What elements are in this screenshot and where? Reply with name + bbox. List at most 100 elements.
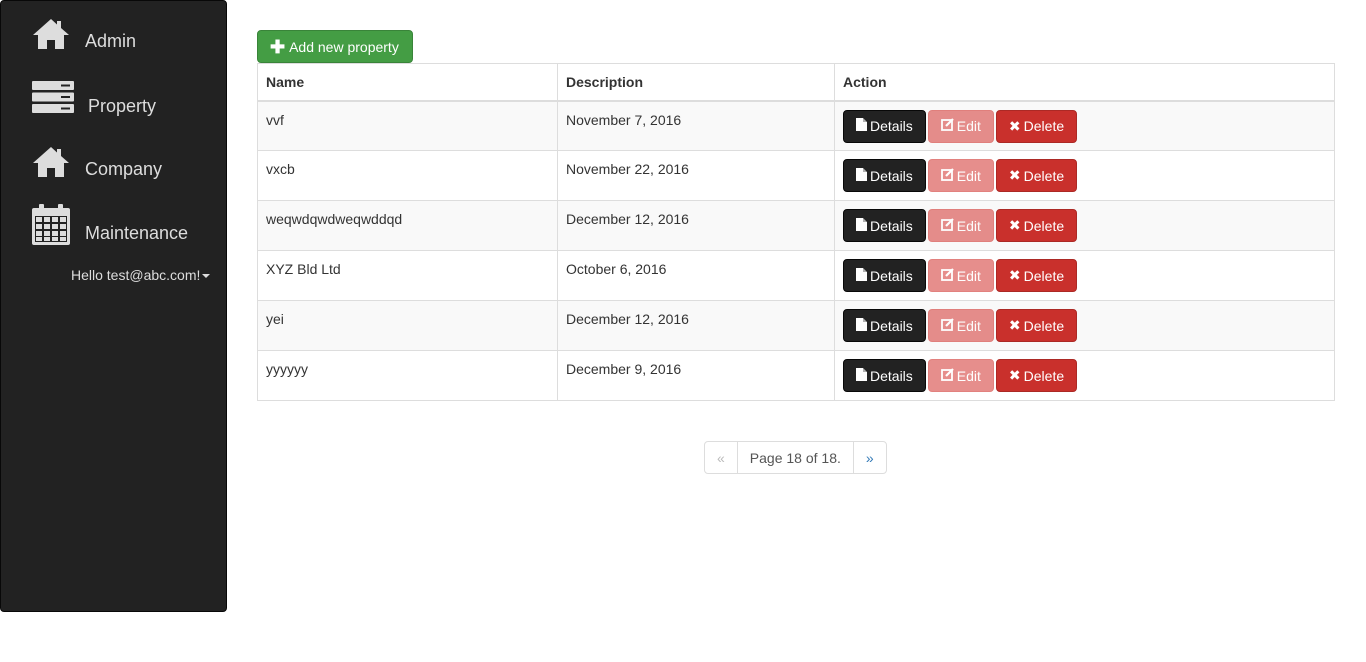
table-row: XYZ Bld Ltd October 6, 2016 Details Edit ✖ De… bbox=[257, 250, 1335, 301]
edit-label: Edit bbox=[956, 217, 981, 234]
edit-icon bbox=[940, 317, 954, 334]
home-icon bbox=[31, 17, 71, 54]
cell-name: XYZ Bld Ltd bbox=[257, 250, 558, 301]
edit-label: Edit bbox=[956, 367, 981, 384]
delete-button[interactable]: ✖ Delete bbox=[995, 109, 1078, 143]
file-icon bbox=[856, 267, 867, 284]
table-body: vvf November 7, 2016 Details Edit ✖ Delete vxc… bbox=[257, 100, 1335, 401]
delete-button[interactable]: ✖ Delete bbox=[995, 359, 1078, 392]
column-header-action: Action bbox=[834, 63, 1335, 102]
cell-name: yyyyyy bbox=[257, 350, 558, 401]
file-icon bbox=[856, 167, 867, 184]
user-greeting: Hello test@abc.com! bbox=[71, 267, 201, 283]
details-button[interactable]: Details bbox=[843, 109, 926, 143]
details-label: Details bbox=[870, 317, 913, 334]
details-button[interactable]: Details bbox=[843, 309, 926, 342]
close-icon: ✖ bbox=[1008, 167, 1021, 183]
details-button[interactable]: Details bbox=[843, 209, 926, 242]
edit-button[interactable]: Edit bbox=[927, 109, 994, 143]
pager-info: Page 18 of 18. bbox=[738, 442, 854, 473]
edit-button[interactable]: Edit bbox=[927, 259, 994, 292]
close-icon: ✖ bbox=[1008, 367, 1021, 383]
table-row: yyyyyy December 9, 2016 Details Edit ✖ Delete bbox=[257, 350, 1335, 401]
file-icon bbox=[856, 367, 867, 384]
cell-actions: Details Edit ✖ Delete bbox=[834, 100, 1335, 151]
column-header-name: Name bbox=[257, 63, 558, 102]
cell-actions: Details Edit ✖ Delete bbox=[834, 300, 1335, 351]
edit-label: Edit bbox=[956, 167, 981, 184]
edit-button[interactable]: Edit bbox=[927, 159, 994, 192]
cell-actions: Details Edit ✖ Delete bbox=[834, 200, 1335, 251]
calendar-icon bbox=[31, 204, 71, 249]
details-label: Details bbox=[870, 167, 913, 184]
home-icon bbox=[31, 145, 71, 182]
sidebar: Admin Property Company Maintenance Hello… bbox=[0, 0, 227, 612]
delete-label: Delete bbox=[1023, 167, 1065, 184]
delete-label: Delete bbox=[1023, 217, 1065, 234]
edit-label: Edit bbox=[956, 267, 981, 284]
sidebar-item-label: Property bbox=[88, 96, 157, 116]
delete-button[interactable]: ✖ Delete bbox=[995, 209, 1078, 242]
sidebar-item-company[interactable]: Company bbox=[1, 142, 226, 192]
file-icon bbox=[856, 317, 867, 334]
edit-icon bbox=[940, 367, 954, 384]
table-header-row: Name Description Action bbox=[257, 63, 1335, 102]
table-row: vvf November 7, 2016 Details Edit ✖ Delete bbox=[257, 100, 1335, 151]
sidebar-item-maintenance[interactable]: Maintenance bbox=[1, 202, 226, 252]
cell-description: November 22, 2016 bbox=[557, 150, 835, 201]
file-icon bbox=[856, 118, 867, 134]
details-button[interactable]: Details bbox=[843, 359, 926, 392]
sidebar-item-admin[interactable]: Admin bbox=[1, 14, 226, 64]
close-icon: ✖ bbox=[1008, 117, 1021, 134]
edit-label: Edit bbox=[956, 317, 981, 334]
delete-label: Delete bbox=[1023, 367, 1065, 384]
sidebar-item-label: Company bbox=[85, 159, 163, 179]
close-icon: ✖ bbox=[1008, 317, 1021, 333]
cell-description: December 12, 2016 bbox=[557, 200, 835, 251]
delete-button[interactable]: ✖ Delete bbox=[995, 159, 1078, 192]
close-icon: ✖ bbox=[1008, 267, 1021, 283]
cell-name: yei bbox=[257, 300, 558, 351]
close-icon: ✖ bbox=[1008, 217, 1021, 233]
cell-description: December 12, 2016 bbox=[557, 300, 835, 351]
details-button[interactable]: Details bbox=[843, 259, 926, 292]
cell-name: vvf bbox=[257, 100, 558, 151]
table-row: vxcb November 22, 2016 Details Edit ✖ Delete bbox=[257, 150, 1335, 201]
details-label: Details bbox=[870, 118, 913, 134]
add-property-button[interactable]: ✚ Add new property bbox=[257, 30, 413, 63]
edit-icon bbox=[940, 267, 954, 284]
edit-icon bbox=[940, 167, 954, 184]
cell-actions: Details Edit ✖ Delete bbox=[834, 150, 1335, 201]
details-label: Details bbox=[870, 267, 913, 284]
pager-next-button[interactable]: » bbox=[854, 442, 886, 473]
column-header-description: Description bbox=[557, 63, 835, 102]
edit-button[interactable]: Edit bbox=[927, 359, 994, 392]
pager-prev-button[interactable]: « bbox=[705, 442, 738, 473]
delete-button[interactable]: ✖ Delete bbox=[995, 309, 1078, 342]
table-row: weqwdqwdweqwddqd December 12, 2016 Details… bbox=[257, 200, 1335, 251]
details-label: Details bbox=[870, 217, 913, 234]
pagination: « Page 18 of 18. » bbox=[704, 441, 887, 474]
delete-label: Delete bbox=[1023, 267, 1065, 284]
sidebar-item-label: Maintenance bbox=[85, 223, 189, 243]
delete-label: Delete bbox=[1023, 317, 1065, 334]
cell-name: weqwdqwdweqwddqd bbox=[257, 200, 558, 251]
details-button[interactable]: Details bbox=[843, 159, 926, 192]
caret-down-icon bbox=[202, 274, 211, 279]
server-icon bbox=[31, 80, 75, 117]
user-menu-dropdown[interactable]: Hello test@abc.com! bbox=[71, 267, 211, 283]
cell-name: vxcb bbox=[257, 150, 558, 201]
delete-label: Delete bbox=[1023, 118, 1065, 134]
table-row: yei December 12, 2016 Details Edit ✖ Delete bbox=[257, 300, 1335, 351]
edit-button[interactable]: Edit bbox=[927, 309, 994, 342]
property-table: Name Description Action vvf November 7, 2… bbox=[257, 63, 1335, 401]
cell-actions: Details Edit ✖ Delete bbox=[834, 350, 1335, 401]
sidebar-item-label: Admin bbox=[85, 31, 137, 51]
sidebar-item-property[interactable]: Property bbox=[1, 78, 226, 128]
delete-button[interactable]: ✖ Delete bbox=[995, 259, 1078, 292]
file-icon bbox=[856, 217, 867, 234]
edit-button[interactable]: Edit bbox=[927, 209, 994, 242]
cell-description: November 7, 2016 bbox=[557, 100, 835, 151]
details-label: Details bbox=[870, 367, 913, 384]
edit-icon bbox=[940, 118, 954, 134]
